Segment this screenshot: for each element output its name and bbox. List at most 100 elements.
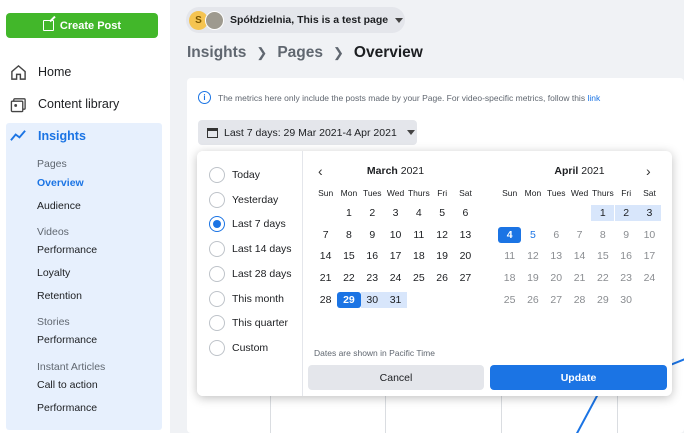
date-option-this-quarter[interactable]: This quarter <box>209 315 288 332</box>
sidebar-item-video-performance[interactable]: Performance <box>37 244 97 256</box>
calendar-day[interactable]: 14 <box>568 248 591 264</box>
calendar-day[interactable]: 13 <box>454 227 477 243</box>
calendar-day[interactable]: 25 <box>498 292 521 308</box>
calendar-day[interactable]: 20 <box>545 270 568 286</box>
calendar-day[interactable]: 1 <box>591 205 615 221</box>
page-selector[interactable]: S Spółdzielnia, This is a test page <box>186 7 405 33</box>
calendar-day[interactable]: 31 <box>383 291 408 308</box>
calendar-day[interactable]: 5 <box>521 227 544 243</box>
calendar-day[interactable]: 4 <box>498 226 522 243</box>
calendar-day[interactable]: 12 <box>431 227 454 243</box>
calendar-day[interactable]: 26 <box>431 270 454 286</box>
calendar-day[interactable]: 22 <box>337 270 360 286</box>
calendar-day[interactable]: 24 <box>638 270 661 286</box>
calendar-day[interactable]: 19 <box>521 270 544 286</box>
calendar-day[interactable]: 3 <box>384 205 407 221</box>
date-option-custom[interactable]: Custom <box>209 339 268 356</box>
calendar-day[interactable]: 9 <box>361 227 384 243</box>
calendar-day[interactable]: 16 <box>615 248 638 264</box>
calendar-day[interactable]: 28 <box>314 292 337 308</box>
nav-insights[interactable]: Insights <box>10 127 86 144</box>
calendar-day[interactable]: 24 <box>384 270 407 286</box>
calendar-day[interactable]: 30 <box>615 292 638 308</box>
sidebar-item-audience[interactable]: Audience <box>37 200 81 212</box>
weekday-header: Tues <box>546 188 566 198</box>
breadcrumb-insights[interactable]: Insights <box>187 44 246 62</box>
sidebar-item-call-to-action[interactable]: Call to action <box>37 379 98 391</box>
calendar-day[interactable]: 6 <box>454 205 477 221</box>
cancel-button[interactable]: Cancel <box>308 365 484 390</box>
create-post-button[interactable]: Create Post <box>6 13 158 38</box>
weekday-header: Wed <box>570 188 589 198</box>
breadcrumb-pages[interactable]: Pages <box>277 44 323 62</box>
calendar-day[interactable]: 22 <box>591 270 614 286</box>
calendar-day[interactable]: 21 <box>314 270 337 286</box>
calendar-day[interactable]: 18 <box>498 270 521 286</box>
calendar-day[interactable]: 29 <box>591 292 614 308</box>
calendar-day[interactable]: 7 <box>314 227 337 243</box>
calendar-day[interactable]: 19 <box>431 248 454 264</box>
calendar-day[interactable]: 13 <box>545 248 568 264</box>
date-option-last-14-days[interactable]: Last 14 days <box>209 241 292 258</box>
radio-button[interactable] <box>209 191 225 208</box>
calendar-day[interactable]: 8 <box>591 227 614 243</box>
calendar-day[interactable]: 30 <box>360 291 384 308</box>
calendar-day[interactable]: 15 <box>591 248 614 264</box>
date-option-today[interactable]: Today <box>209 167 260 183</box>
radio-button[interactable] <box>209 216 225 233</box>
calendar-day[interactable]: 9 <box>615 227 638 243</box>
date-option-this-month[interactable]: This month <box>209 290 284 307</box>
calendar-day[interactable]: 18 <box>407 248 430 264</box>
calendar-day[interactable]: 1 <box>337 205 360 221</box>
calendar-day[interactable]: 26 <box>521 292 544 308</box>
calendar-day[interactable]: 25 <box>407 270 430 286</box>
calendar-day[interactable]: 6 <box>545 227 568 243</box>
calendar-day[interactable]: 20 <box>454 248 477 264</box>
radio-button[interactable] <box>209 167 225 183</box>
calendar-day[interactable]: 29 <box>337 291 361 308</box>
calendar-day[interactable]: 5 <box>431 205 454 221</box>
calendar-day[interactable]: 10 <box>638 227 661 243</box>
calendar-day[interactable]: 23 <box>361 270 384 286</box>
sidebar-item-ia-performance[interactable]: Performance <box>37 402 97 414</box>
date-option-last-28-days[interactable]: Last 28 days <box>209 265 292 282</box>
date-option-last-7-days[interactable]: Last 7 days <box>209 216 286 233</box>
calendar-day[interactable]: 8 <box>337 227 360 243</box>
calendar-day[interactable]: 17 <box>384 248 407 264</box>
calendar-day[interactable]: 17 <box>638 248 661 264</box>
nav-home[interactable]: Home <box>10 61 71 83</box>
radio-button[interactable] <box>209 315 225 332</box>
calendar-day[interactable]: 7 <box>568 227 591 243</box>
calendar-day[interactable]: 16 <box>361 248 384 264</box>
calendar-day[interactable]: 4 <box>407 205 430 221</box>
nav-home-label: Home <box>38 65 72 79</box>
calendar-day[interactable]: 28 <box>568 292 591 308</box>
calendar-day[interactable]: 11 <box>498 248 521 264</box>
radio-button[interactable] <box>209 339 225 356</box>
calendar-day[interactable]: 14 <box>314 248 337 264</box>
info-link[interactable]: link <box>587 93 600 103</box>
radio-button[interactable] <box>209 265 225 282</box>
calendar-day[interactable]: 23 <box>615 270 638 286</box>
sidebar-item-overview[interactable]: Overview <box>37 177 84 189</box>
section-videos: Videos <box>37 226 69 238</box>
calendar-day[interactable]: 21 <box>568 270 591 286</box>
update-button[interactable]: Update <box>490 365 667 390</box>
calendar-day[interactable]: 3 <box>637 205 662 221</box>
calendar-day[interactable]: 15 <box>337 248 360 264</box>
calendar-day[interactable]: 12 <box>521 248 544 264</box>
calendar-day[interactable]: 2 <box>361 205 384 221</box>
calendar-day[interactable]: 27 <box>454 270 477 286</box>
sidebar-item-loyalty[interactable]: Loyalty <box>37 267 70 279</box>
calendar-day[interactable]: 27 <box>545 292 568 308</box>
nav-content-library[interactable]: Content library <box>10 93 119 115</box>
date-range-button[interactable]: Last 7 days: 29 Mar 2021-4 Apr 2021 <box>198 120 417 145</box>
sidebar-item-stories-performance[interactable]: Performance <box>37 334 97 346</box>
radio-button[interactable] <box>209 241 225 258</box>
sidebar-item-retention[interactable]: Retention <box>37 290 82 302</box>
calendar-day[interactable]: 2 <box>614 205 638 221</box>
calendar-day[interactable]: 10 <box>384 227 407 243</box>
radio-button[interactable] <box>209 290 225 307</box>
date-option-yesterday[interactable]: Yesterday <box>209 191 278 208</box>
calendar-day[interactable]: 11 <box>407 227 430 243</box>
